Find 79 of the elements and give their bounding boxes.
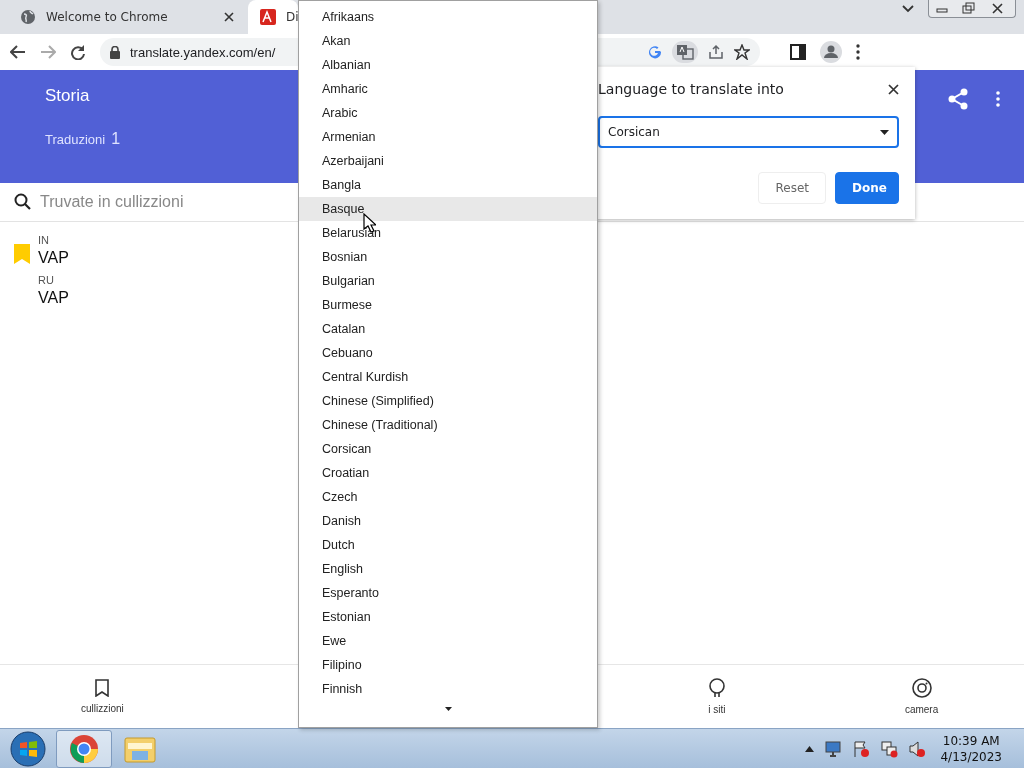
url-text: translate.yandex.com/en/ [130, 44, 276, 60]
tab-search-icon[interactable] [902, 5, 914, 13]
share-icon[interactable] [708, 44, 724, 60]
dropdown-option[interactable]: Esperanto [299, 581, 597, 605]
dropdown-option[interactable]: Albanian [299, 53, 597, 77]
dropdown-option[interactable]: Finnish [299, 677, 597, 701]
folder-icon [124, 734, 156, 763]
dropdown-option[interactable]: Arabic [299, 101, 597, 125]
nav-item[interactable]: cullizzioni [81, 679, 124, 714]
dropdown-option[interactable]: Amharic [299, 77, 597, 101]
language-select[interactable]: Corsican [598, 116, 899, 148]
more-icon[interactable] [856, 44, 860, 60]
dropdown-option[interactable]: Czech [299, 485, 597, 509]
close-icon[interactable] [888, 83, 899, 95]
dropdown-option[interactable]: Ewe [299, 629, 597, 653]
dropdown-option[interactable]: Catalan [299, 317, 597, 341]
camera-icon [911, 678, 932, 698]
share-icon[interactable] [948, 88, 968, 110]
show-hidden-icons-icon[interactable] [805, 745, 815, 752]
globe-icon [20, 9, 36, 25]
app-icon [260, 9, 276, 25]
reset-button[interactable]: Reset [758, 172, 826, 204]
translate-icon[interactable] [676, 44, 694, 60]
network-icon[interactable] [880, 739, 899, 758]
caret-icon [880, 129, 889, 135]
dropdown-option[interactable]: Filipino [299, 653, 597, 677]
dropdown-option[interactable]: Central Kurdish [299, 365, 597, 389]
dropdown-option[interactable]: Estonian [299, 605, 597, 629]
dropdown-option[interactable]: Armenian [299, 125, 597, 149]
browser-tab[interactable]: Welcome to Chrome [8, 0, 246, 34]
count-label: 1 [111, 130, 121, 148]
dropdown-option[interactable]: Chinese (Simplified) [299, 389, 597, 413]
volume-icon[interactable] [908, 739, 927, 758]
side-panel-icon[interactable] [790, 44, 806, 60]
google-icon [648, 45, 662, 59]
dropdown-option[interactable]: Akan [299, 29, 597, 53]
bookmark-icon [95, 679, 110, 697]
dropdown-option[interactable]: Dutch [299, 533, 597, 557]
scroll-down-icon[interactable] [444, 707, 452, 711]
profile-icon[interactable] [820, 41, 842, 63]
search-icon [14, 193, 32, 211]
browser-icon [69, 733, 99, 764]
dialog-title: Language to translate into [598, 81, 784, 97]
flag-icon[interactable] [852, 739, 871, 758]
clock-date: 4/13/2023 [940, 749, 1002, 764]
nav-item[interactable]: i siti [706, 678, 727, 715]
star-icon[interactable] [734, 44, 750, 60]
bulb-icon [706, 678, 727, 698]
language-code: RU [38, 274, 54, 286]
done-button[interactable]: Done [835, 172, 899, 204]
dropdown-option[interactable]: Azerbaijani [299, 149, 597, 173]
dropdown-option[interactable]: Danish [299, 509, 597, 533]
translation-text: VAP [38, 289, 69, 307]
source-text: VAP [38, 249, 69, 267]
monitor-icon[interactable] [824, 739, 843, 758]
back-icon[interactable] [10, 45, 26, 59]
dropdown-option[interactable]: Basque [299, 197, 597, 221]
dropdown-option[interactable]: Chinese (Traditional) [299, 413, 597, 437]
dropdown-option[interactable]: Bangla [299, 173, 597, 197]
reload-icon[interactable] [70, 44, 86, 60]
dropdown-option[interactable]: Corsican [299, 437, 597, 461]
dropdown-option[interactable]: Bulgarian [299, 269, 597, 293]
dropdown-option[interactable]: English [299, 557, 597, 581]
dropdown-option[interactable]: Burmese [299, 293, 597, 317]
tab-label[interactable]: Traduzioni [45, 132, 106, 147]
chrome-taskbar-button[interactable] [56, 729, 112, 768]
dropdown-option[interactable]: Afrikaans [299, 5, 597, 29]
language-code: IN [38, 234, 49, 246]
dropdown-option[interactable]: Bosnian [299, 245, 597, 269]
dropdown-option[interactable]: Croatian [299, 461, 597, 485]
lock-icon [110, 45, 120, 59]
close-icon[interactable] [224, 12, 234, 22]
page-title: Storia [45, 86, 90, 106]
clock-time: 10:39 AM [942, 733, 1000, 748]
dropdown-option[interactable]: Cebuano [299, 341, 597, 365]
nav-item[interactable]: camera [904, 678, 939, 715]
start-button[interactable] [10, 730, 46, 767]
dropdown-option[interactable]: Belarusian [299, 221, 597, 245]
browser-tab[interactable]: Di [248, 0, 298, 34]
